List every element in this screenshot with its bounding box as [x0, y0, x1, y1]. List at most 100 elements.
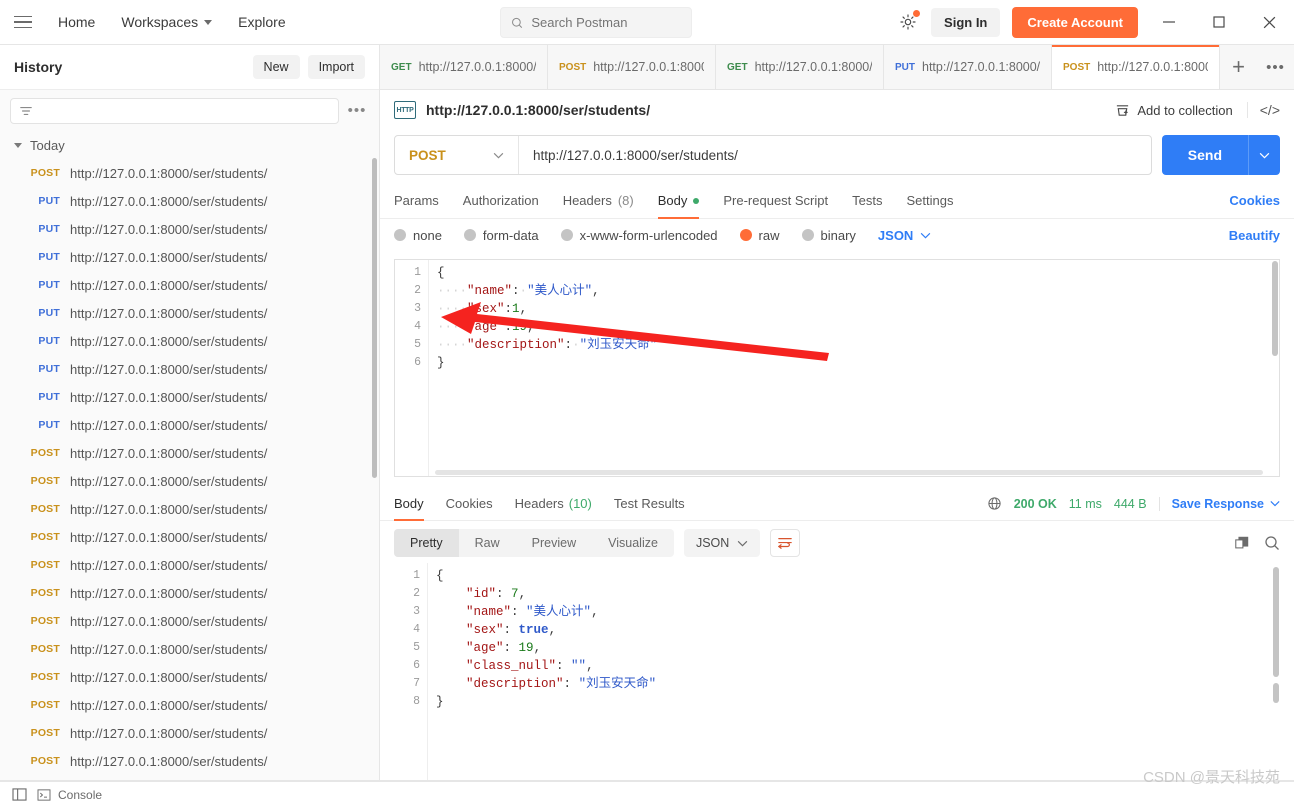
history-item[interactable]: POST http://127.0.0.1:8000/ser/students/ [0, 551, 379, 579]
history-item[interactable]: POST http://127.0.0.1:8000/ser/students/ [0, 159, 379, 187]
request-body-editor[interactable]: 123456 {····"name":·"美人心计", ····"sex":1, ·… [394, 259, 1280, 477]
url-input[interactable] [519, 136, 1151, 174]
history-item[interactable]: POST http://127.0.0.1:8000/ser/students/ [0, 635, 379, 663]
minimize-icon[interactable] [1150, 2, 1188, 42]
console-button[interactable]: Console [37, 788, 102, 802]
history-item[interactable]: PUT http://127.0.0.1:8000/ser/students/ [0, 271, 379, 299]
response-body-code[interactable]: { "id": 7, "name": "美人心计", "sex": true, … [428, 563, 1280, 781]
beautify-button[interactable]: Beautify [1229, 228, 1280, 243]
history-item[interactable]: POST http://127.0.0.1:8000/ser/students/ [0, 579, 379, 607]
search-icon[interactable] [1264, 535, 1280, 551]
response-scrollbar-thumb-2[interactable] [1273, 683, 1279, 703]
word-wrap-icon[interactable] [770, 529, 801, 557]
request-tab[interactable]: POST http://127.0.0.1:8000/se [1052, 45, 1220, 89]
maximize-icon[interactable] [1200, 2, 1238, 42]
body-modified-dot-icon [693, 197, 700, 204]
sidebar-toggle-button[interactable] [12, 788, 27, 801]
request-tab-method: POST [1063, 61, 1091, 73]
sidebar-scrollbar[interactable] [372, 158, 377, 478]
nav-item-explore[interactable]: Explore [238, 14, 285, 30]
request-subtab-tests[interactable]: Tests [852, 183, 882, 219]
add-to-collection-button[interactable]: Add to collection [1115, 103, 1233, 118]
request-subtab-settings[interactable]: Settings [906, 183, 953, 219]
code-snippet-icon[interactable]: </> [1246, 102, 1280, 118]
history-item[interactable]: POST http://127.0.0.1:8000/ser/students/ [0, 691, 379, 719]
import-button[interactable]: Import [307, 55, 365, 79]
body-type-x-www-form-urlencoded[interactable]: x-www-form-urlencoded [560, 228, 718, 243]
request-tab[interactable]: POST http://127.0.0.1:8000/se [548, 45, 716, 89]
method-select[interactable]: POST [395, 136, 519, 174]
history-item[interactable]: PUT http://127.0.0.1:8000/ser/students/ [0, 299, 379, 327]
history-item[interactable]: POST http://127.0.0.1:8000/ser/students/ [0, 523, 379, 551]
send-button[interactable]: Send [1161, 135, 1248, 175]
response-body[interactable]: 1 2 3 4 5 6 7 8 { "id": 7, "name": "美人心计", "sex… [394, 563, 1280, 781]
history-item-method: POST [30, 559, 60, 571]
history-item[interactable]: PUT http://127.0.0.1:8000/ser/students/ [0, 215, 379, 243]
history-item[interactable]: PUT http://127.0.0.1:8000/ser/students/ [0, 355, 379, 383]
body-type-raw[interactable]: raw [739, 228, 780, 243]
editor-horizontal-scrollbar[interactable] [435, 470, 1263, 475]
code-line: "name": "美人心计", [436, 603, 1280, 621]
body-type-none[interactable]: none [394, 228, 442, 243]
history-item[interactable]: POST http://127.0.0.1:8000/ser/students/ [0, 439, 379, 467]
request-subtab-pre-request-script[interactable]: Pre-request Script [723, 183, 828, 219]
request-subtab-params[interactable]: Params [394, 183, 439, 219]
request-subtab-headers[interactable]: Headers (8) [563, 183, 634, 219]
history-item[interactable]: PUT http://127.0.0.1:8000/ser/students/ [0, 243, 379, 271]
request-tab[interactable]: PUT http://127.0.0.1:8000/ser [884, 45, 1052, 89]
history-item[interactable]: PUT http://127.0.0.1:8000/ser/students/ [0, 327, 379, 355]
new-button[interactable]: New [252, 55, 300, 79]
hamburger-icon[interactable] [14, 11, 36, 33]
gear-icon[interactable] [897, 10, 921, 33]
nav-item-workspaces[interactable]: Workspaces [121, 14, 213, 30]
save-response-button[interactable]: Save Response [1158, 496, 1280, 511]
raw-format-select[interactable]: JSON [878, 228, 931, 243]
send-options-icon[interactable] [1248, 135, 1280, 175]
request-body-code[interactable]: {····"name":·"美人心计", ····"sex":1, ····"age… [429, 260, 1279, 476]
history-item[interactable]: PUT http://127.0.0.1:8000/ser/students/ [0, 411, 379, 439]
history-item[interactable]: PUT http://127.0.0.1:8000/ser/students/ [0, 187, 379, 215]
editor-vertical-scrollbar[interactable] [1272, 261, 1278, 356]
request-subtab-body[interactable]: Body [657, 183, 700, 219]
body-type-form-data[interactable]: form-data [463, 228, 539, 243]
request-tab[interactable]: GET http://127.0.0.1:8000/ser [380, 45, 548, 89]
search-input[interactable] [531, 15, 681, 30]
history-item[interactable]: POST http://127.0.0.1:8000/ser/students/ [0, 719, 379, 747]
body-type-binary[interactable]: binary [801, 228, 856, 243]
response-subtab-test-results[interactable]: Test Results [614, 487, 685, 521]
global-search[interactable] [500, 7, 692, 38]
cookies-link[interactable]: Cookies [1229, 193, 1280, 208]
history-item[interactable]: POST http://127.0.0.1:8000/ser/students/ [0, 495, 379, 523]
close-icon[interactable] [1250, 2, 1288, 42]
response-format-select[interactable]: JSON [683, 529, 761, 557]
request-subtab-authorization[interactable]: Authorization [463, 183, 539, 219]
history-filter-input[interactable] [10, 98, 339, 124]
copy-icon[interactable] [1234, 535, 1250, 551]
response-tabs: Body Cookies Headers (10) Test Results 200 O… [380, 487, 1294, 521]
view-mode-preview[interactable]: Preview [516, 529, 592, 557]
history-item[interactable]: POST http://127.0.0.1:8000/ser/students/ [0, 747, 379, 775]
request-tab-url: http://127.0.0.1:8000/se [593, 60, 704, 74]
footer-divider [0, 780, 1294, 781]
response-subtab-cookies[interactable]: Cookies [446, 487, 493, 521]
plus-icon[interactable]: + [1220, 45, 1257, 89]
request-tab[interactable]: GET http://127.0.0.1:8000/ser [716, 45, 884, 89]
nav-item-home[interactable]: Home [58, 14, 95, 30]
history-item[interactable]: PUT http://127.0.0.1:8000/ser/students/ [0, 383, 379, 411]
code-token-ws [436, 623, 466, 637]
response-vertical-scrollbar[interactable] [1273, 567, 1279, 677]
response-subtab-headers[interactable]: Headers (10) [515, 487, 592, 521]
history-group-today[interactable]: Today [0, 132, 379, 159]
create-account-button[interactable]: Create Account [1012, 6, 1138, 38]
history-item[interactable]: POST http://127.0.0.1:8000/ser/students/ [0, 607, 379, 635]
view-mode-pretty[interactable]: Pretty [394, 529, 459, 557]
history-list[interactable]: Today POST http://127.0.0.1:8000/ser/stud… [0, 130, 379, 781]
tab-more-icon[interactable]: ••• [1257, 45, 1294, 89]
response-subtab-body[interactable]: Body [394, 487, 424, 521]
sign-in-button[interactable]: Sign In [931, 7, 1001, 37]
sidebar-more-icon[interactable]: ••• [345, 103, 369, 118]
view-mode-visualize[interactable]: Visualize [592, 529, 674, 557]
view-mode-raw[interactable]: Raw [459, 529, 516, 557]
history-item[interactable]: POST http://127.0.0.1:8000/ser/students/ [0, 663, 379, 691]
history-item[interactable]: POST http://127.0.0.1:8000/ser/students/ [0, 467, 379, 495]
